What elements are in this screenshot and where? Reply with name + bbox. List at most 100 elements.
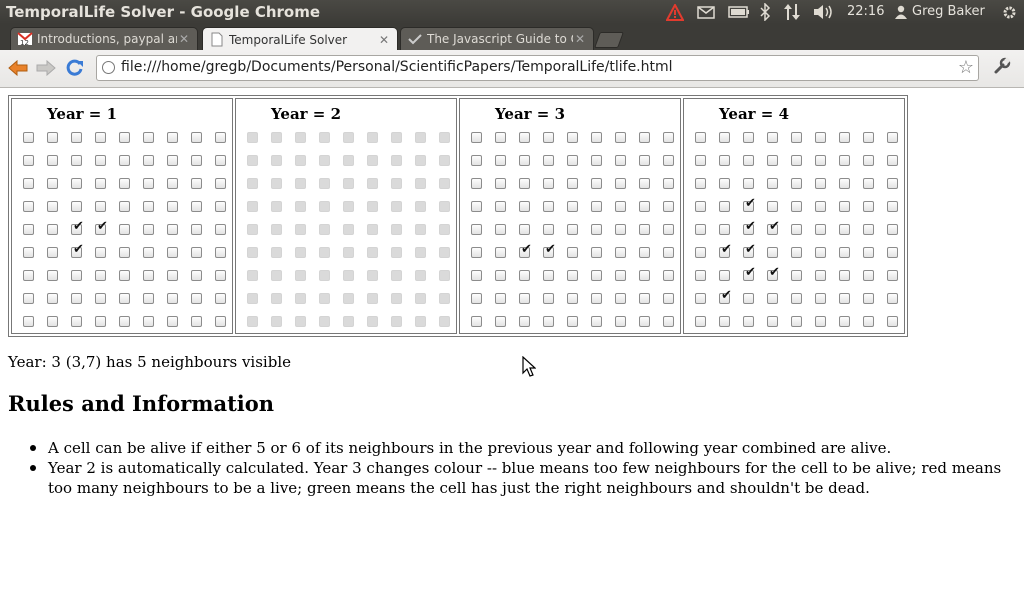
cell-checkbox[interactable] <box>519 270 530 281</box>
cell-checkbox[interactable] <box>119 270 130 281</box>
close-icon[interactable]: ✕ <box>377 33 391 47</box>
cell-checkbox[interactable] <box>119 316 130 327</box>
cell-checkbox[interactable] <box>215 155 226 166</box>
cell-checkbox[interactable] <box>591 224 602 235</box>
cell-checkbox[interactable] <box>543 201 554 212</box>
cell-checkbox[interactable] <box>719 316 730 327</box>
cell-checkbox[interactable] <box>639 247 650 258</box>
cell-checkbox[interactable] <box>767 155 778 166</box>
cell-checkbox[interactable] <box>639 224 650 235</box>
cell-checkbox[interactable]: ✔ <box>743 266 756 281</box>
cell-checkbox[interactable] <box>791 224 802 235</box>
page-info-icon[interactable] <box>102 61 115 74</box>
cell-checkbox[interactable] <box>47 270 58 281</box>
warning-icon[interactable] <box>664 2 686 22</box>
cell-checkbox[interactable] <box>471 201 482 212</box>
cell-checkbox[interactable] <box>815 293 826 304</box>
cell-checkbox[interactable] <box>23 247 34 258</box>
cell-checkbox[interactable] <box>639 155 650 166</box>
cell-checkbox[interactable] <box>863 316 874 327</box>
cell-checkbox[interactable] <box>167 178 178 189</box>
cell-checkbox[interactable] <box>767 316 778 327</box>
cell-checkbox[interactable] <box>567 224 578 235</box>
cell-checkbox[interactable] <box>815 247 826 258</box>
cell-checkbox[interactable] <box>639 293 650 304</box>
cell-checkbox[interactable]: ✔ <box>71 243 84 258</box>
cell-checkbox[interactable]: ✔ <box>719 243 732 258</box>
cell-checkbox[interactable]: ✔ <box>71 220 84 235</box>
tab-temporallife-solver[interactable]: TemporalLife Solver ✕ <box>202 27 398 51</box>
cell-checkbox[interactable] <box>567 201 578 212</box>
cell-checkbox[interactable]: ✔ <box>767 266 780 281</box>
cell-checkbox[interactable] <box>887 293 898 304</box>
cell-checkbox[interactable] <box>215 201 226 212</box>
cell-checkbox[interactable] <box>663 247 674 258</box>
cell-checkbox[interactable] <box>143 132 154 143</box>
cell-checkbox[interactable] <box>695 132 706 143</box>
cell-checkbox[interactable] <box>471 293 482 304</box>
volume-icon[interactable] <box>812 2 836 22</box>
cell-checkbox[interactable] <box>791 316 802 327</box>
cell-checkbox[interactable] <box>839 270 850 281</box>
cell-checkbox[interactable] <box>519 155 530 166</box>
cell-checkbox[interactable] <box>615 270 626 281</box>
cell-checkbox[interactable] <box>143 270 154 281</box>
cell-checkbox[interactable] <box>543 155 554 166</box>
cell-checkbox[interactable] <box>471 178 482 189</box>
cell-checkbox[interactable] <box>615 178 626 189</box>
cell-checkbox[interactable] <box>167 247 178 258</box>
cell-checkbox[interactable] <box>495 293 506 304</box>
cell-checkbox[interactable] <box>47 293 58 304</box>
cell-checkbox[interactable] <box>743 316 754 327</box>
cell-checkbox[interactable] <box>719 178 730 189</box>
cell-checkbox[interactable] <box>543 316 554 327</box>
forward-arrow-icon[interactable] <box>34 57 58 79</box>
cell-checkbox[interactable] <box>767 247 778 258</box>
cell-checkbox[interactable]: ✔ <box>95 220 108 235</box>
battery-icon[interactable] <box>727 2 751 22</box>
cell-checkbox[interactable] <box>695 293 706 304</box>
cell-checkbox[interactable] <box>719 270 730 281</box>
cell-checkbox[interactable] <box>663 178 674 189</box>
cell-checkbox[interactable] <box>743 293 754 304</box>
cell-checkbox[interactable] <box>839 293 850 304</box>
cell-checkbox[interactable] <box>863 247 874 258</box>
cell-checkbox[interactable] <box>471 270 482 281</box>
cell-checkbox[interactable]: ✔ <box>543 243 556 258</box>
cell-checkbox[interactable] <box>495 155 506 166</box>
cell-checkbox[interactable] <box>815 201 826 212</box>
cell-checkbox[interactable] <box>695 178 706 189</box>
cell-checkbox[interactable] <box>743 155 754 166</box>
cell-checkbox[interactable] <box>143 201 154 212</box>
cell-checkbox[interactable] <box>719 132 730 143</box>
cell-checkbox[interactable] <box>591 293 602 304</box>
cell-checkbox[interactable] <box>119 247 130 258</box>
cell-checkbox[interactable] <box>887 270 898 281</box>
cell-checkbox[interactable] <box>71 155 82 166</box>
cell-checkbox[interactable] <box>615 293 626 304</box>
cell-checkbox[interactable] <box>791 178 802 189</box>
back-arrow-icon[interactable] <box>6 57 30 79</box>
cell-checkbox[interactable] <box>543 178 554 189</box>
cell-checkbox[interactable] <box>143 247 154 258</box>
cell-checkbox[interactable] <box>191 201 202 212</box>
cell-checkbox[interactable] <box>719 224 730 235</box>
user-name[interactable]: Greg Baker <box>912 4 985 19</box>
cell-checkbox[interactable] <box>519 316 530 327</box>
cell-checkbox[interactable] <box>839 316 850 327</box>
cell-checkbox[interactable] <box>863 155 874 166</box>
cell-checkbox[interactable]: ✔ <box>767 220 780 235</box>
cell-checkbox[interactable] <box>143 224 154 235</box>
cell-checkbox[interactable] <box>695 316 706 327</box>
cell-checkbox[interactable] <box>663 155 674 166</box>
cell-checkbox[interactable] <box>71 178 82 189</box>
close-icon[interactable]: ✕ <box>177 32 191 46</box>
cell-checkbox[interactable]: ✔ <box>743 197 756 212</box>
cell-checkbox[interactable] <box>95 316 106 327</box>
cell-checkbox[interactable]: ✔ <box>743 220 756 235</box>
cell-checkbox[interactable] <box>663 132 674 143</box>
cell-checkbox[interactable] <box>887 316 898 327</box>
cell-checkbox[interactable] <box>639 316 650 327</box>
network-icon[interactable] <box>781 2 803 22</box>
cell-checkbox[interactable] <box>767 178 778 189</box>
